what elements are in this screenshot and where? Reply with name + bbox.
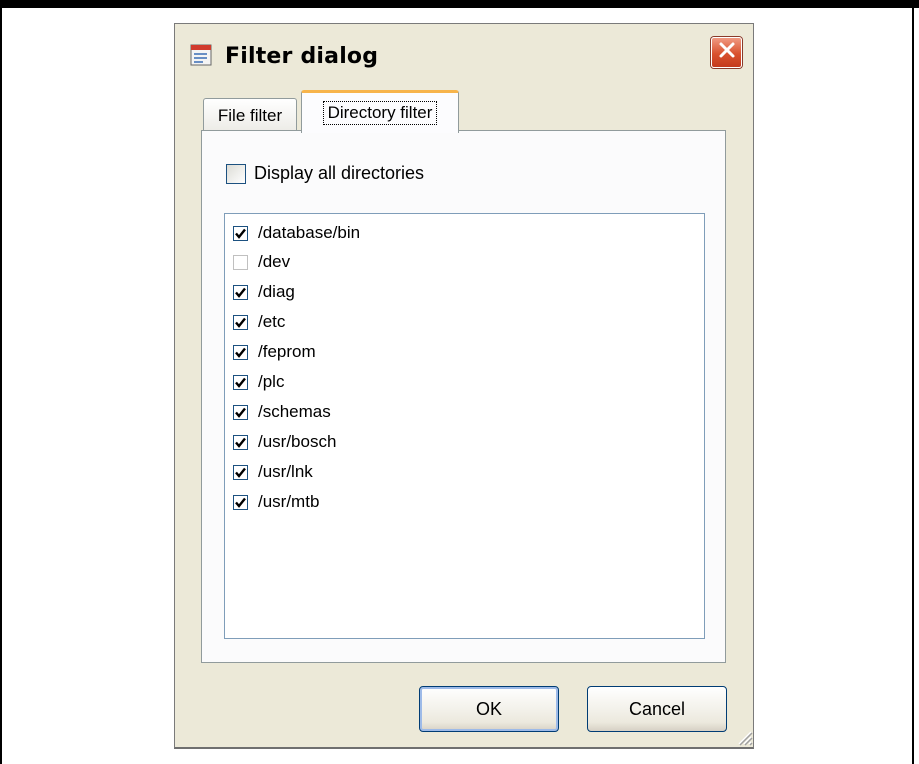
checkbox-unchecked[interactable] — [233, 254, 248, 270]
dialog-title: Filter dialog — [225, 44, 379, 69]
checkmark-icon — [235, 347, 246, 358]
app-icon — [190, 44, 212, 66]
checkbox-checked[interactable] — [233, 434, 248, 450]
tab-directory-filter[interactable]: Directory filter — [301, 90, 459, 133]
directory-path: /usr/lnk — [258, 462, 313, 481]
list-item-etc[interactable]: /etc — [233, 309, 285, 335]
list-item-usr-lnk[interactable]: /usr/lnk — [233, 459, 313, 485]
tab-file-filter[interactable]: File filter — [203, 98, 297, 132]
list-item-schemas[interactable]: /schemas — [233, 399, 331, 425]
resize-grip-icon[interactable] — [733, 726, 753, 746]
cancel-button[interactable]: Cancel — [587, 686, 727, 732]
directory-path: /etc — [258, 312, 286, 331]
checkmark-icon — [235, 437, 246, 448]
directory-path: /usr/bosch — [258, 432, 337, 451]
directory-path: /database/bin — [258, 223, 361, 242]
list-item-database-bin[interactable]: /database/bin — [233, 220, 360, 246]
checkmark-icon — [235, 228, 246, 239]
checkbox-checked[interactable] — [233, 374, 248, 390]
directory-path: /plc — [258, 372, 285, 391]
list-item-dev[interactable]: /dev — [233, 249, 290, 275]
checkbox-checked[interactable] — [233, 284, 248, 300]
checkmark-icon — [235, 287, 246, 298]
checkmark-icon — [235, 407, 246, 418]
checkbox-checked[interactable] — [233, 404, 248, 420]
directory-path: /diag — [258, 282, 295, 301]
list-item-usr-bosch[interactable]: /usr/bosch — [233, 429, 336, 455]
display-all-label: Display all directories — [254, 163, 425, 183]
display-all-directories-checkbox[interactable]: Display all directories — [226, 163, 424, 184]
close-button[interactable] — [711, 37, 742, 68]
checkbox-checked[interactable] — [233, 494, 248, 510]
directory-path: /dev — [258, 252, 291, 271]
filter-dialog-window: Filter dialog File filter Directory filt… — [174, 23, 754, 749]
list-item-usr-mtb[interactable]: /usr/mtb — [233, 489, 319, 515]
directory-list[interactable]: /database/bin /dev /diag /etc /feprom /p… — [224, 213, 705, 639]
directory-path: /feprom — [258, 342, 316, 361]
checkbox-checked[interactable] — [233, 314, 248, 330]
checkmark-icon — [235, 467, 246, 478]
tab-file-filter-label: File filter — [217, 105, 283, 125]
ok-button[interactable]: OK — [419, 686, 559, 732]
checkbox-checked[interactable] — [233, 225, 248, 241]
checkmark-icon — [235, 317, 246, 328]
directory-path: /usr/mtb — [258, 492, 320, 511]
checkmark-icon — [235, 497, 246, 508]
list-item-plc[interactable]: /plc — [233, 369, 284, 395]
checkbox-checked[interactable] — [233, 464, 248, 480]
title-bar[interactable]: Filter dialog — [175, 24, 753, 84]
display-all-checkbox-box[interactable] — [226, 163, 246, 184]
list-item-feprom[interactable]: /feprom — [233, 339, 316, 365]
outer-frame-right — [912, 0, 914, 764]
list-item-diag[interactable]: /diag — [233, 279, 295, 305]
directory-path: /schemas — [258, 402, 331, 421]
checkbox-checked[interactable] — [233, 344, 248, 360]
outer-frame-left — [0, 0, 2, 764]
checkmark-icon — [235, 377, 246, 388]
outer-frame-top — [0, 0, 919, 8]
directory-filter-panel: Display all directories /database/bin /d… — [201, 130, 726, 663]
tab-directory-filter-label: Directory filter — [322, 101, 438, 125]
close-icon — [718, 41, 736, 64]
